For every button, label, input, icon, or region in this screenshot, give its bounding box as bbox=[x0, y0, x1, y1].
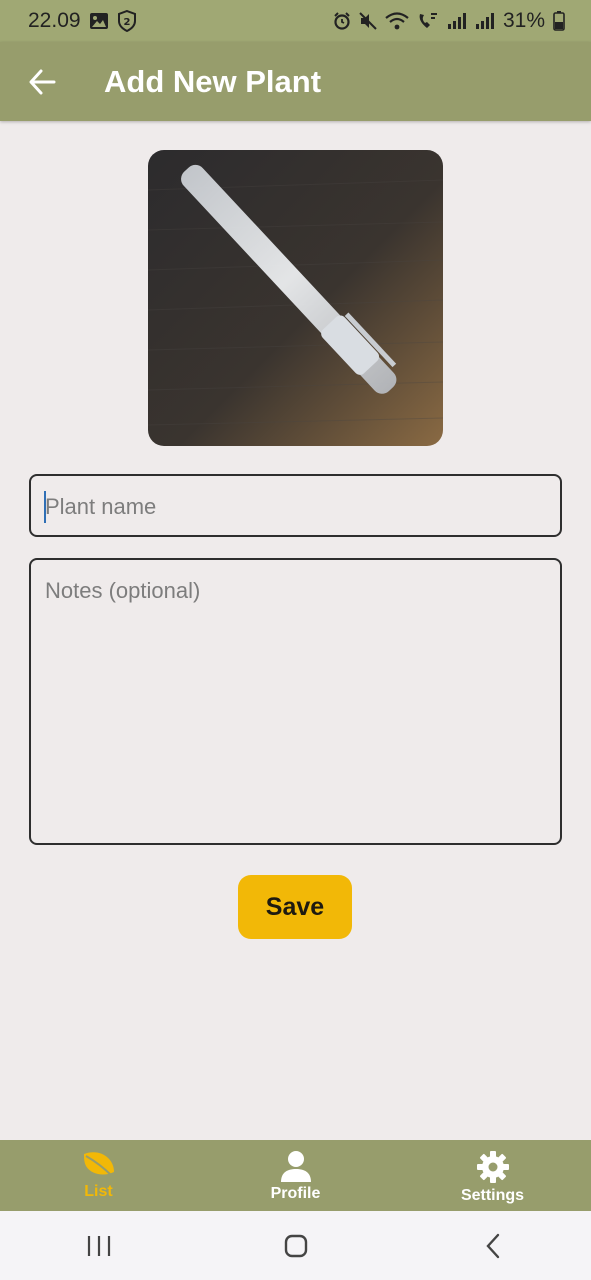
status-right: 31% bbox=[333, 9, 565, 33]
nav-label-settings: Settings bbox=[460, 1187, 525, 1204]
wifi-icon bbox=[385, 12, 409, 30]
signal-icon bbox=[447, 12, 467, 30]
alarm-icon bbox=[333, 12, 351, 30]
recent-apps-button[interactable] bbox=[69, 1221, 129, 1271]
arrow-back-icon bbox=[29, 69, 56, 94]
nav-label-list: List bbox=[84, 1183, 113, 1200]
gallery-icon bbox=[89, 12, 109, 30]
status-time: 22.09 bbox=[28, 9, 81, 32]
system-nav-bar bbox=[0, 1211, 591, 1280]
gear-icon bbox=[476, 1151, 509, 1183]
plant-name-field[interactable]: Plant name bbox=[29, 474, 562, 537]
nav-item-settings[interactable]: Settings bbox=[394, 1140, 591, 1211]
call-icon bbox=[417, 12, 439, 30]
status-bar: 22.09 2 31% bbox=[0, 0, 591, 42]
battery-percent: 31% bbox=[502, 9, 545, 32]
chevron-left-icon bbox=[485, 1233, 499, 1258]
notification-count: 2 bbox=[123, 17, 130, 28]
signal-2-icon bbox=[475, 12, 495, 30]
nav-label-profile: Profile bbox=[270, 1185, 321, 1202]
recent-apps-icon bbox=[87, 1235, 110, 1256]
shield-badge-icon: 2 bbox=[117, 10, 137, 32]
notes-field[interactable]: Notes (optional) bbox=[29, 558, 562, 845]
save-button[interactable]: Save bbox=[238, 875, 352, 939]
mute-icon bbox=[359, 12, 377, 30]
back-button[interactable] bbox=[22, 62, 62, 102]
nav-item-profile[interactable]: Profile bbox=[197, 1140, 394, 1211]
plant-photo[interactable] bbox=[148, 150, 443, 446]
home-button[interactable] bbox=[266, 1221, 326, 1271]
page-title: Add New Plant bbox=[104, 63, 322, 99]
status-left: 22.09 2 bbox=[28, 9, 137, 33]
plant-name-placeholder: Plant name bbox=[45, 494, 157, 519]
notes-placeholder: Notes (optional) bbox=[45, 578, 201, 603]
nav-item-list[interactable]: List bbox=[0, 1140, 197, 1211]
bottom-nav: List Profile Settings bbox=[0, 1140, 591, 1211]
leaf-icon bbox=[83, 1152, 114, 1177]
battery-icon bbox=[553, 11, 565, 31]
system-back-button[interactable] bbox=[463, 1221, 523, 1271]
person-icon bbox=[280, 1151, 311, 1182]
home-icon bbox=[284, 1234, 307, 1257]
app-bar: Add New Plant bbox=[0, 42, 591, 121]
